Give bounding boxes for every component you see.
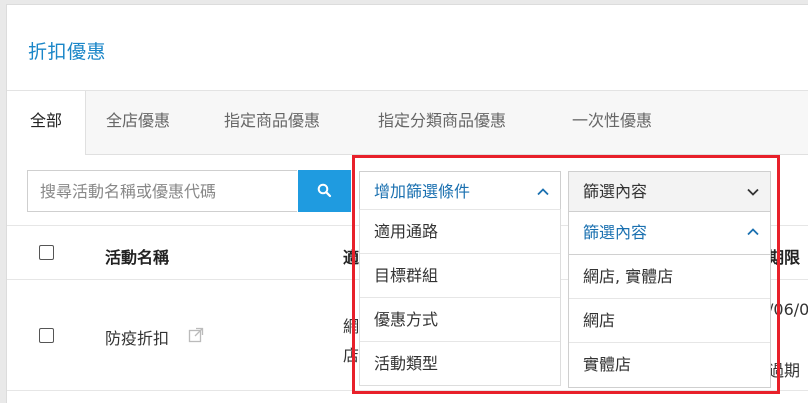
filter-content-label: 篩選內容 (583, 182, 648, 201)
filter-content-subheader-label: 篩選內容 (583, 223, 648, 242)
content-option-physical[interactable]: 實體店 (569, 343, 770, 387)
chevron-up-icon (747, 228, 759, 236)
content-option-online[interactable]: 網店 (569, 299, 770, 343)
app-frame: 折扣優惠 全部 全店優惠 指定商品優惠 指定分類商品優惠 一次性優惠 活動名稱 … (6, 4, 808, 403)
select-all-checkbox[interactable] (39, 245, 54, 260)
add-filter-dropdown[interactable]: 增加篩選條件 (359, 171, 561, 213)
filter-option-target-group[interactable]: 目標群組 (360, 253, 560, 297)
column-header-channel: 適 (343, 248, 360, 267)
filter-content-menu: 篩選內容 網店, 實體店 網店 實體店 (568, 211, 771, 388)
tab-product-discount[interactable]: 指定商品優惠 (224, 91, 320, 154)
chevron-down-icon (747, 188, 759, 196)
column-header-name: 活動名稱 (105, 248, 170, 267)
filter-option-channel[interactable]: 適用通路 (360, 209, 560, 253)
search-icon (317, 183, 332, 198)
filter-content-subheader[interactable]: 篩選內容 (569, 212, 770, 255)
tab-all[interactable]: 全部 (7, 91, 86, 155)
external-link-icon[interactable] (188, 327, 204, 343)
tab-category-discount[interactable]: 指定分類商品優惠 (378, 91, 506, 154)
chevron-up-icon (537, 188, 549, 196)
search-button[interactable] (298, 170, 351, 212)
page-title: 折扣優惠 (28, 41, 107, 63)
add-filter-label: 增加篩選條件 (374, 182, 471, 201)
expired-status: 過期 (768, 361, 801, 380)
tab-bar: 全部 全店優惠 指定商品優惠 指定分類商品優惠 一次性優惠 (7, 91, 808, 155)
tab-one-time-discount[interactable]: 一次性優惠 (572, 91, 652, 154)
filter-option-discount-method[interactable]: 優惠方式 (360, 297, 560, 341)
filter-option-campaign-type[interactable]: 活動類型 (360, 341, 560, 385)
content-option-online-and-physical[interactable]: 網店, 實體店 (569, 255, 770, 299)
search-input[interactable] (27, 170, 297, 212)
campaign-name-link[interactable]: 防疫折扣 (105, 325, 169, 349)
filter-content-dropdown[interactable]: 篩選內容 (568, 171, 771, 213)
tab-store-discount[interactable]: 全店優惠 (106, 91, 170, 154)
row-checkbox[interactable] (39, 328, 54, 343)
column-header-period: 期限 (768, 248, 801, 267)
channel-cell-part: 網 (343, 317, 360, 336)
period-cell-part: /06/0 (768, 300, 808, 319)
channel-cell-part: 店 (343, 346, 360, 365)
add-filter-menu: 適用通路 目標群組 優惠方式 活動類型 (359, 209, 561, 386)
